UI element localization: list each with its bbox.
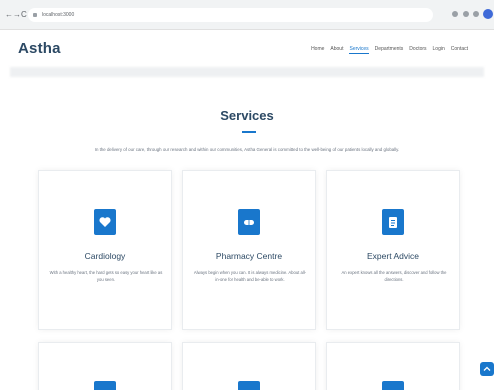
service-description: Always begin when you can. It is always …	[193, 270, 307, 282]
extensions-icon[interactable]	[473, 11, 479, 17]
service-card[interactable]	[38, 342, 172, 390]
service-card-cardiology[interactable]: Cardiology With a healthy heart, the har…	[38, 170, 172, 330]
service-card[interactable]	[182, 342, 316, 390]
service-description: An expert knows all the answers, discove…	[341, 270, 447, 282]
service-card[interactable]	[326, 342, 460, 390]
heart-icon	[94, 209, 116, 235]
section-title: Services	[220, 108, 274, 123]
service-description: With a healthy heart, the hard gets so e…	[49, 270, 163, 282]
lock-icon	[33, 13, 37, 17]
nav-services[interactable]: Services	[349, 46, 369, 54]
nav-home[interactable]: Home	[311, 46, 324, 54]
service-icon	[94, 381, 116, 390]
address-bar[interactable]: localhost:3000	[28, 8, 433, 22]
nav-about[interactable]: About	[330, 46, 343, 54]
profile-avatar[interactable]	[483, 9, 493, 19]
share-icon[interactable]	[452, 11, 458, 17]
nav-contact[interactable]: Contact	[451, 46, 468, 54]
header-divider	[10, 67, 484, 77]
star-icon[interactable]	[463, 11, 469, 17]
site-logo[interactable]: Astha	[18, 40, 61, 57]
nav-departments[interactable]: Departments	[375, 46, 404, 54]
service-icon	[382, 381, 404, 390]
service-icon	[238, 381, 260, 390]
arrow-up-icon	[483, 366, 491, 371]
title-underline	[242, 131, 256, 133]
back-icon[interactable]: ←	[5, 11, 13, 19]
pills-icon	[238, 209, 260, 235]
nav-doctors[interactable]: Doctors	[409, 46, 426, 54]
service-card-expert-advice[interactable]: Expert Advice An expert knows all the an…	[326, 170, 460, 330]
reload-icon[interactable]: C	[21, 11, 27, 19]
service-title: Cardiology	[84, 251, 126, 261]
forward-icon[interactable]: →	[13, 11, 21, 19]
nav-login[interactable]: Login	[433, 46, 445, 54]
section-description: In the delivery of our care, through our…	[94, 147, 400, 152]
service-card-pharmacy[interactable]: Pharmacy Centre Always begin when you ca…	[182, 170, 316, 330]
service-title: Expert Advice	[367, 251, 419, 261]
clipboard-icon	[382, 209, 404, 235]
address-url: localhost:3000	[42, 12, 75, 18]
service-title: Pharmacy Centre	[215, 251, 283, 261]
back-to-top-button[interactable]	[480, 362, 494, 376]
main-nav: Home About Services Departments Doctors …	[311, 46, 468, 54]
site-header: Astha Home About Services Departments Do…	[0, 30, 494, 70]
browser-toolbar: ← → C localhost:3000	[0, 0, 494, 30]
